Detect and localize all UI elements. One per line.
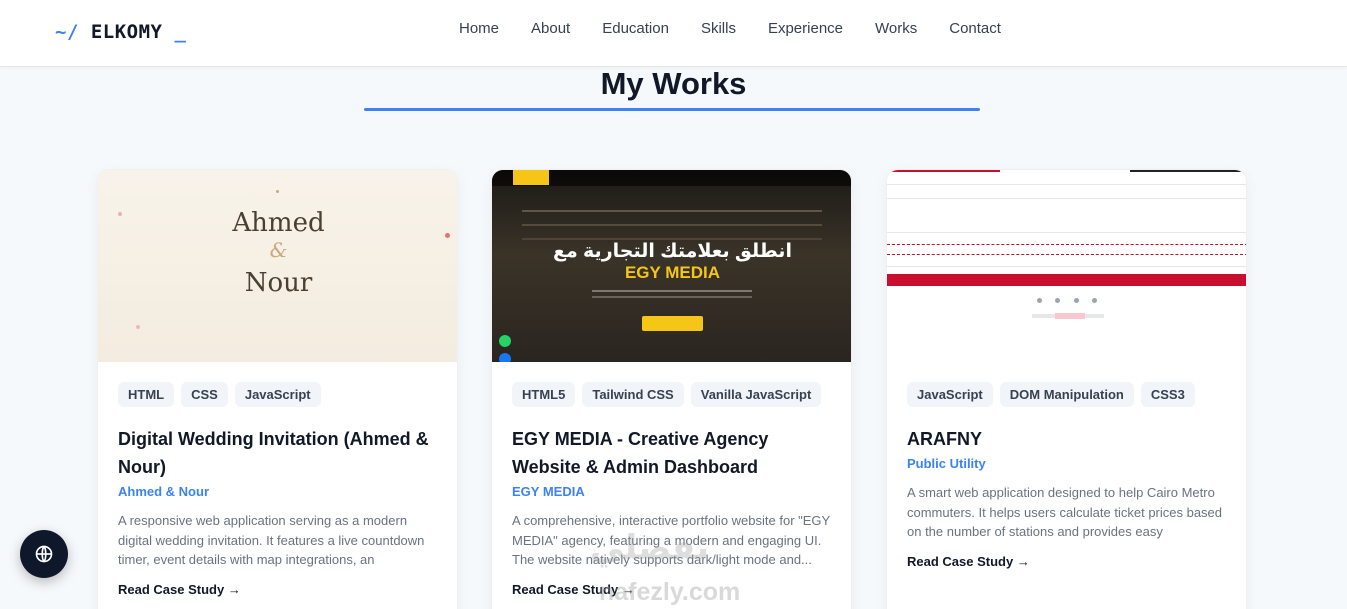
project-card-wedding[interactable]: Ahmed & Nour HTML CSS JavaScript Digital… xyxy=(97,169,458,609)
title-underline xyxy=(364,108,980,111)
thumb-divider xyxy=(887,198,1246,199)
section-title: My Works xyxy=(600,66,747,101)
nav-skills[interactable]: Skills xyxy=(701,20,736,37)
project-description: A smart web application designed to help… xyxy=(907,485,1223,539)
tag: CSS xyxy=(181,382,228,407)
thumb-red-button xyxy=(887,274,1246,286)
tag: CSS3 xyxy=(1140,382,1195,407)
decor-dot xyxy=(136,325,140,329)
thumb-accent xyxy=(887,170,1000,172)
project-title: EGY MEDIA - Creative Agency Website & Ad… xyxy=(512,429,769,477)
project-client: Public Utility xyxy=(907,456,986,471)
project-thumbnail: انطلق بعلامتك التجارية مع EGY MEDIA xyxy=(492,170,851,362)
nav-experience[interactable]: Experience xyxy=(768,20,843,37)
logo-cursor: _ xyxy=(174,21,187,43)
main-nav: Home About Education Skills Experience W… xyxy=(459,20,1033,37)
site-logo[interactable]: ~/ ELKOMY _ xyxy=(55,21,186,43)
thumb-social-icons xyxy=(1037,298,1097,304)
nav-contact[interactable]: Contact xyxy=(949,20,1001,37)
project-thumbnail: Ahmed & Nour xyxy=(98,170,457,362)
thumb-name-1: Ahmed xyxy=(232,208,325,238)
project-card-arafny[interactable]: JavaScript DOM Manipulation CSS3 ARAFNY … xyxy=(886,169,1247,609)
tag-list: HTML CSS JavaScript xyxy=(118,382,437,407)
read-case-study-link[interactable]: Read Case Study → xyxy=(907,554,1030,569)
project-description: A responsive web application serving as … xyxy=(118,513,425,567)
nav-works[interactable]: Works xyxy=(875,20,917,37)
read-case-study-link[interactable]: Read Case Study → xyxy=(512,582,635,597)
project-client: Ahmed & Nour xyxy=(118,484,209,499)
card-body: HTML5 Tailwind CSS Vanilla JavaScript EG… xyxy=(492,362,851,599)
nav-education[interactable]: Education xyxy=(602,20,669,37)
navbar: ~/ ELKOMY _ Home About Education Skills … xyxy=(0,0,1347,67)
thumb-cta xyxy=(642,316,703,331)
logo-prefix: ~/ xyxy=(55,21,79,43)
project-title: ARAFNY xyxy=(907,429,982,449)
thumb-brand: EGY MEDIA xyxy=(624,263,721,282)
tag: Tailwind CSS xyxy=(582,382,684,407)
globe-icon xyxy=(35,545,53,563)
thumb-headline: انطلق بعلامتك التجارية مع xyxy=(553,241,792,262)
tag: Vanilla JavaScript xyxy=(690,382,822,407)
thumb-name-2: Nour xyxy=(244,268,313,298)
thumb-accent xyxy=(1130,170,1246,172)
tag: HTML5 xyxy=(512,382,576,407)
whatsapp-icon xyxy=(499,335,511,347)
card-body: JavaScript DOM Manipulation CSS3 ARAFNY … xyxy=(887,362,1246,571)
project-client: EGY MEDIA xyxy=(512,484,585,499)
thumb-divider xyxy=(887,266,1246,267)
nav-home[interactable]: Home xyxy=(459,20,499,37)
thumb-dashed-line xyxy=(887,244,1246,245)
language-toggle-button[interactable] xyxy=(20,530,68,578)
tag-list: HTML5 Tailwind CSS Vanilla JavaScript xyxy=(512,382,831,407)
thumb-footer-highlight xyxy=(1055,313,1085,319)
thumb-amp: & xyxy=(269,238,288,262)
tag: JavaScript xyxy=(907,382,993,407)
tag: DOM Manipulation xyxy=(999,382,1134,407)
project-description: A comprehensive, interactive portfolio w… xyxy=(512,513,830,567)
tag: HTML xyxy=(118,382,175,407)
thumb-lights xyxy=(522,210,822,212)
thumb-dashed-line xyxy=(887,254,1246,255)
tag: JavaScript xyxy=(234,382,321,407)
logo-name: ELKOMY xyxy=(90,21,163,43)
project-title: Digital Wedding Invitation (Ahmed & Nour… xyxy=(118,429,429,477)
read-case-study-link[interactable]: Read Case Study → xyxy=(118,582,241,597)
tag-list: JavaScript DOM Manipulation CSS3 xyxy=(907,382,1226,407)
card-body: HTML CSS JavaScript Digital Wedding Invi… xyxy=(98,362,457,599)
project-thumbnail xyxy=(887,170,1246,362)
project-card-egy-media[interactable]: انطلق بعلامتك التجارية مع EGY MEDIA HTML… xyxy=(491,169,852,609)
thumb-divider xyxy=(887,184,1246,185)
thumb-subtext xyxy=(592,290,752,292)
facebook-icon xyxy=(499,353,511,362)
thumb-divider xyxy=(887,232,1246,233)
decor-dot xyxy=(276,190,279,193)
nav-about[interactable]: About xyxy=(531,20,570,37)
thumb-logo xyxy=(513,170,549,185)
